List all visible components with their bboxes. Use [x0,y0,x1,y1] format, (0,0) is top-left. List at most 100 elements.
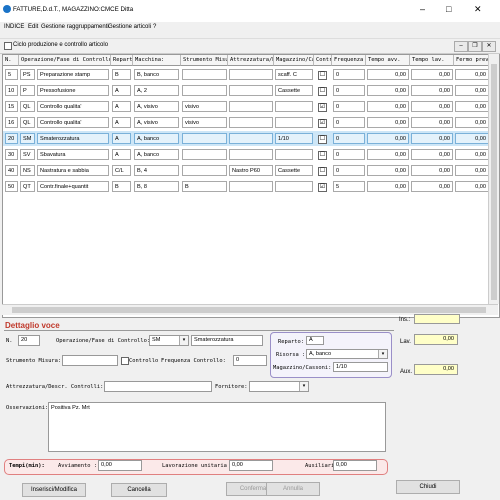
cell-magazzino[interactable] [275,101,313,112]
child-minimize-button[interactable]: – [454,41,468,52]
cell-code[interactable]: QL [20,117,35,128]
cell-fermo[interactable]: 0,00 [455,165,489,176]
cell-frequenza[interactable]: 0 [333,117,365,128]
cell-frequenza[interactable]: 5 [333,181,365,192]
table-row[interactable]: 10 P Pressofusione A A, 2 Cassette ☐ 0 0… [3,83,499,98]
cell-tempo-lav[interactable]: 0,00 [411,165,453,176]
table-row[interactable]: 30 SV Sbavatura A A, banco ☐ 0 0,00 0,00… [3,147,499,162]
col-header-operazione[interactable]: Operazione/Fase di Controllo [19,55,111,66]
cell-tempo-lav[interactable]: 0,00 [411,149,453,160]
cell-magazzino[interactable] [275,149,313,160]
cell-tempo-lav[interactable]: 0,00 [411,133,453,144]
maximize-button[interactable]: □ [446,4,451,14]
cell-reparto[interactable]: A [112,117,131,128]
cell-attrezzatura[interactable] [229,149,273,160]
col-header-magazzino[interactable]: Magazzino/Cas [274,55,314,66]
col-header-controllo[interactable]: Contr [314,55,332,66]
cell-n[interactable]: 20 [5,133,18,144]
cell-strumento[interactable] [182,165,227,176]
col-header-strumento[interactable]: Strumento Misura [181,55,228,66]
cell-n[interactable]: 15 [5,101,18,112]
ausiliario-field[interactable]: 0,00 [333,460,377,471]
cell-macchina[interactable]: A, banco [134,149,179,160]
cell-n[interactable]: 50 [5,181,18,192]
cell-strumento[interactable] [182,85,227,96]
cell-n[interactable]: 5 [5,69,18,80]
col-header-macchina[interactable]: Macchina: [133,55,181,66]
grid-vertical-scrollbar[interactable] [488,54,499,304]
cell-magazzino[interactable] [275,117,313,128]
cell-controllo-checkbox[interactable]: ☐ [318,151,327,160]
cell-operazione[interactable]: Controllo qualita' [37,101,109,112]
cell-tempo-lav[interactable]: 0,00 [411,181,453,192]
table-row[interactable]: 50 QT Contr.finale+quantit B B, 8 B ☑ 5 … [3,179,499,194]
cell-attrezzatura[interactable] [229,69,273,80]
cell-controllo-checkbox[interactable]: ☐ [318,87,327,96]
cell-frequenza[interactable]: 0 [333,149,365,160]
cell-operazione[interactable]: Controllo qualita' [37,117,109,128]
table-row-selected[interactable]: 20 SM Smaterozzatura A A, banco 1/10 ☐ 0… [3,131,499,146]
cell-fermo[interactable]: 0,00 [455,101,489,112]
cell-operazione[interactable]: Sbavatura [37,149,109,160]
cell-operazione[interactable]: Contr.finale+quantit [37,181,109,192]
cell-frequenza[interactable]: 0 [333,85,365,96]
delete-button[interactable]: Cancella [111,483,167,497]
cell-tempo-avv[interactable]: 0,00 [367,85,409,96]
col-header-attrezzatura[interactable]: Attrezzatura/Desc [228,55,274,66]
lav-time-field[interactable]: 0,00 [414,334,458,345]
menu-gestione-articoli[interactable]: Gestione articoli [108,24,151,30]
cell-fermo[interactable]: 0,00 [455,85,489,96]
cell-fermo[interactable]: 0,00 [455,133,489,144]
cell-tempo-avv[interactable]: 0,00 [367,165,409,176]
col-header-tempo-lav[interactable]: Tempo lav. [410,55,454,66]
col-header-tempo-avv[interactable]: Tempo avv. [366,55,410,66]
cell-macchina[interactable]: A, 2 [134,85,179,96]
cell-macchina[interactable]: B, 4 [134,165,179,176]
insert-modify-button[interactable]: Inserisci/Modifica [22,483,86,497]
fornitore-select[interactable]: ▾ [249,381,309,392]
cell-n[interactable]: 40 [5,165,18,176]
cell-reparto[interactable]: B [112,181,131,192]
cell-code[interactable]: SV [20,149,35,160]
cell-n[interactable]: 10 [5,85,18,96]
cell-controllo-checkbox[interactable]: ☐ [318,167,327,176]
table-row[interactable]: 40 NS Nastratura e sabbia C/L B, 4 Nastr… [3,163,499,178]
col-header-reparto[interactable]: Reparto [111,55,133,66]
ins-field[interactable] [414,314,460,324]
cell-frequenza[interactable]: 0 [333,165,365,176]
cell-tempo-avv[interactable]: 0,00 [367,181,409,192]
magazzino-field[interactable]: 1/10 [333,362,388,372]
cell-strumento[interactable]: visivo [182,117,227,128]
cell-code[interactable]: NS [20,165,35,176]
attrezzatura-field[interactable] [104,381,212,392]
cell-fermo[interactable]: 0,00 [455,181,489,192]
cell-tempo-avv[interactable]: 0,00 [367,101,409,112]
scrollbar-thumb[interactable] [12,307,486,313]
cell-reparto[interactable]: A [112,101,131,112]
cell-reparto[interactable]: C/L [112,165,131,176]
cell-code[interactable]: PS [20,69,35,80]
cell-magazzino[interactable]: 1/10 [275,133,313,144]
avviamento-field[interactable]: 0,00 [98,460,142,471]
cell-macchina[interactable]: B, 8 [134,181,179,192]
cell-attrezzatura[interactable] [229,85,273,96]
reparto-field[interactable]: A [306,336,324,345]
operazione-desc-field[interactable]: Smaterozzatura [191,335,263,346]
menu-gestione-raggruppamenti[interactable]: Gestione raggruppamenti [41,24,109,30]
chevron-down-icon[interactable]: ▾ [299,382,308,391]
cell-macchina[interactable]: A, visivo [134,101,179,112]
minimize-button[interactable]: – [420,4,425,14]
cell-strumento[interactable] [182,69,227,80]
cell-strumento[interactable] [182,133,227,144]
cell-tempo-avv[interactable]: 0,00 [367,69,409,80]
frequenza-field[interactable]: 0 [233,355,267,366]
table-row[interactable]: 15 QL Controllo qualita' A A, visivo vis… [3,99,499,114]
cell-operazione[interactable]: Smaterozzatura [37,133,109,144]
cell-code[interactable]: SM [20,133,35,144]
cell-magazzino[interactable]: Cassette [275,85,313,96]
cell-macchina[interactable]: B, banco [134,69,179,80]
cell-operazione[interactable]: Nastratura e sabbia [37,165,109,176]
cell-controllo-checkbox[interactable]: ☐ [318,71,327,80]
cell-reparto[interactable]: A [112,149,131,160]
menu-edit[interactable]: Edit [28,24,38,30]
